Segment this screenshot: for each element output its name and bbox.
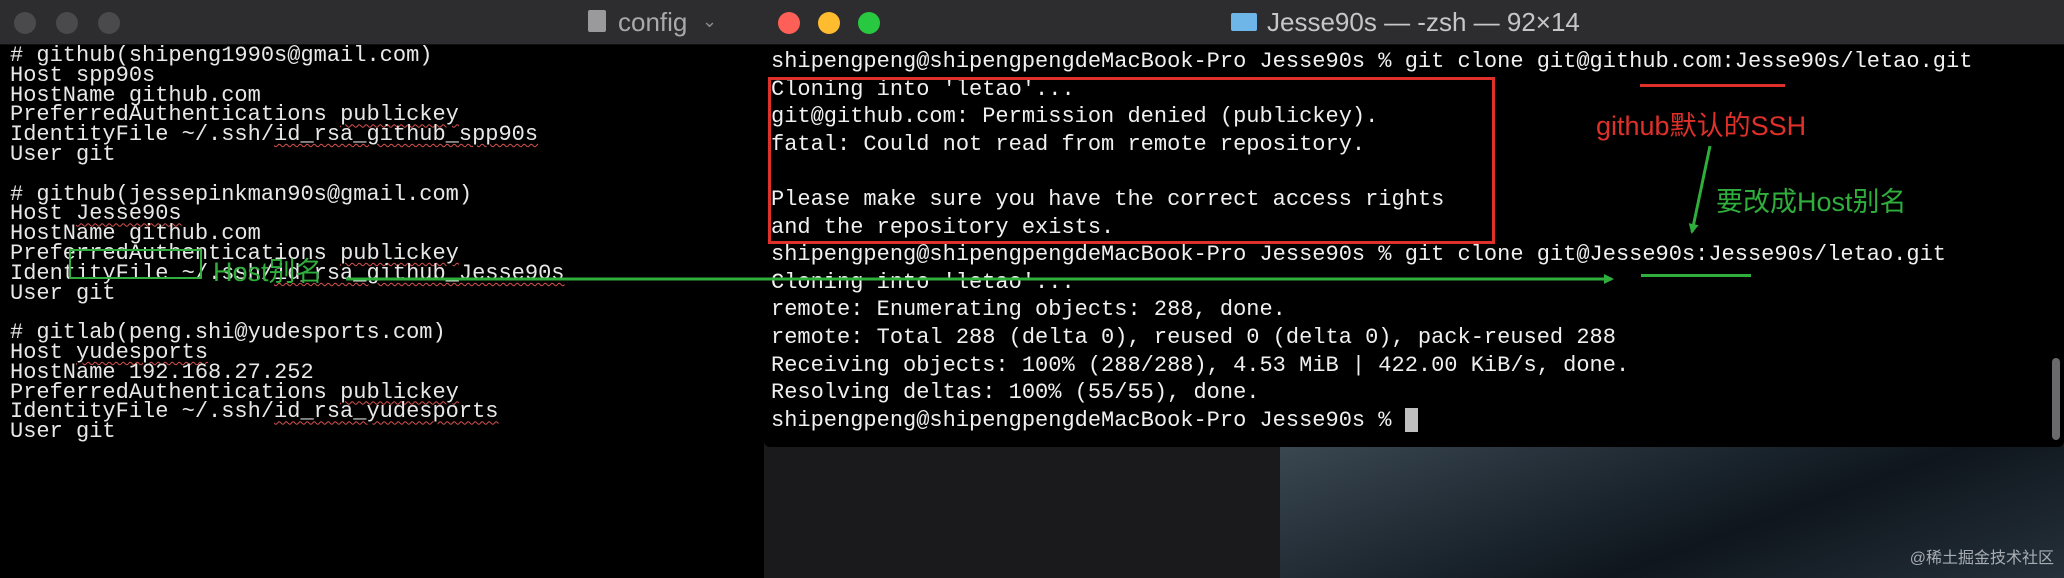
- annotation-arrows: [346, 145, 1712, 284]
- down-arrow: [1688, 145, 1712, 234]
